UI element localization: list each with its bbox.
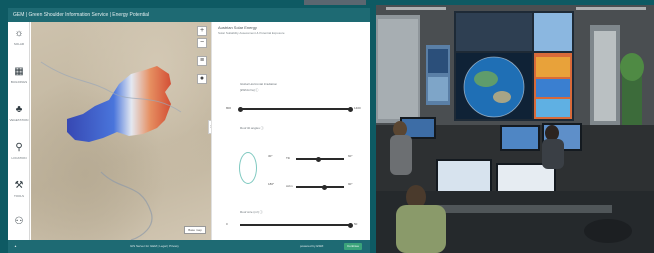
irradiation-max: 1400 <box>354 106 361 110</box>
sidebar-item-location[interactable]: ⚲ LOCATION <box>8 138 30 174</box>
slide-frame: GEM | Green Shoulder Information Service… <box>0 0 654 253</box>
solar-icon: ☼ <box>14 28 24 39</box>
control-room-photo <box>376 5 654 253</box>
continue-button[interactable]: Continue <box>344 243 363 250</box>
sidebar-item-vegetation[interactable]: ♣ VEGETATION <box>8 100 30 136</box>
tilt-b-value: 60° <box>348 154 353 158</box>
map-view[interactable]: + − ≡ ● Base map <box>31 22 211 240</box>
azimuth-handle[interactable] <box>322 184 327 190</box>
range-max-handle[interactable] <box>348 106 353 112</box>
orientation-compass[interactable] <box>239 152 257 184</box>
sidebar-item-label: BUILDINGS <box>10 80 28 84</box>
app-header: GEM | Green Shoulder Information Service… <box>8 8 370 22</box>
coast-line <box>100 171 153 240</box>
locate-button[interactable]: ● <box>197 74 207 84</box>
app-screenshot: GEM | Green Shoulder Information Service… <box>8 8 370 253</box>
sidebar-item-buildings[interactable]: ▦ BUILDINGS <box>8 62 30 98</box>
roof-size-min: 0 <box>226 222 228 226</box>
tilt-handle[interactable] <box>316 156 321 162</box>
roof-size-handle[interactable] <box>348 222 353 228</box>
roof-size-label: Roof size (m²) ⓘ <box>240 210 263 214</box>
tree-icon: ♣ <box>15 104 23 115</box>
tilt-a-value: 30° <box>268 154 273 158</box>
location-icon: ⚲ <box>15 142 23 153</box>
sidebar-item-label: SOLAR <box>13 42 25 46</box>
sidebar-item-solar[interactable]: ☼ SOLAR <box>8 24 30 60</box>
azimuth-label: Azim <box>286 184 293 188</box>
footer-logo-icon: ▲ <box>14 244 17 248</box>
settings-panel: Austrian Solar Energy Solar Suitability … <box>211 22 370 240</box>
tools-icon: ⚒ <box>14 180 24 191</box>
sidebar: ☼ SOLAR ▦ BUILDINGS ♣ VEGETATION ⚲ LOCAT… <box>8 22 30 240</box>
tilt-slider[interactable] <box>296 156 344 162</box>
map-overlay <box>40 61 182 240</box>
basemap-toggle[interactable]: Base map <box>184 226 206 234</box>
roof-size-max: 50 <box>354 222 358 226</box>
azimuth-slider[interactable] <box>296 184 344 190</box>
control-room-illustration <box>376 5 654 253</box>
sidebar-item-label: TOOLS <box>13 194 25 198</box>
irradiation-unit: [kWh/m²/a] ⓘ <box>240 88 259 92</box>
panel-subtitle: Solar Suitability Assessment & Potential… <box>218 31 285 35</box>
layers-button[interactable]: ≡ <box>197 56 207 66</box>
irradiation-label: Global Horizontal Irradiation <box>240 82 278 86</box>
buildings-icon: ▦ <box>14 66 24 77</box>
zoom-in-button[interactable]: + <box>197 26 207 36</box>
footer-powered-by: powered by ESRI <box>300 244 324 248</box>
footer-links[interactable]: GIS Server for GEM | Legal | Privacy <box>130 240 179 253</box>
irradiation-range-slider[interactable] <box>238 106 353 112</box>
tilt-section-label: Roof tilt angles ⓘ <box>240 126 264 130</box>
sidebar-item-label: VEGETATION <box>9 118 29 122</box>
panel-title: Austrian Solar Energy <box>218 25 257 30</box>
zoom-out-button[interactable]: − <box>197 38 207 48</box>
range-min-handle[interactable] <box>238 106 243 112</box>
top-accent-strip <box>304 0 366 5</box>
roof-size-slider[interactable] <box>240 222 353 228</box>
tilt-label: Tilt <box>286 156 290 160</box>
app-footer: ▲ GIS Server for GEM | Legal | Privacy p… <box>8 240 370 253</box>
azimuth-a-value: 180° <box>268 182 275 186</box>
irradiation-min: 800 <box>226 106 232 110</box>
user-icon: ⚇ <box>14 216 24 227</box>
sidebar-item-tools[interactable]: ⚒ TOOLS <box>8 176 30 212</box>
austria-heatmap-region <box>67 66 171 142</box>
azimuth-b-value: 90° <box>348 182 353 186</box>
sidebar-item-label: LOCATION <box>11 156 27 160</box>
